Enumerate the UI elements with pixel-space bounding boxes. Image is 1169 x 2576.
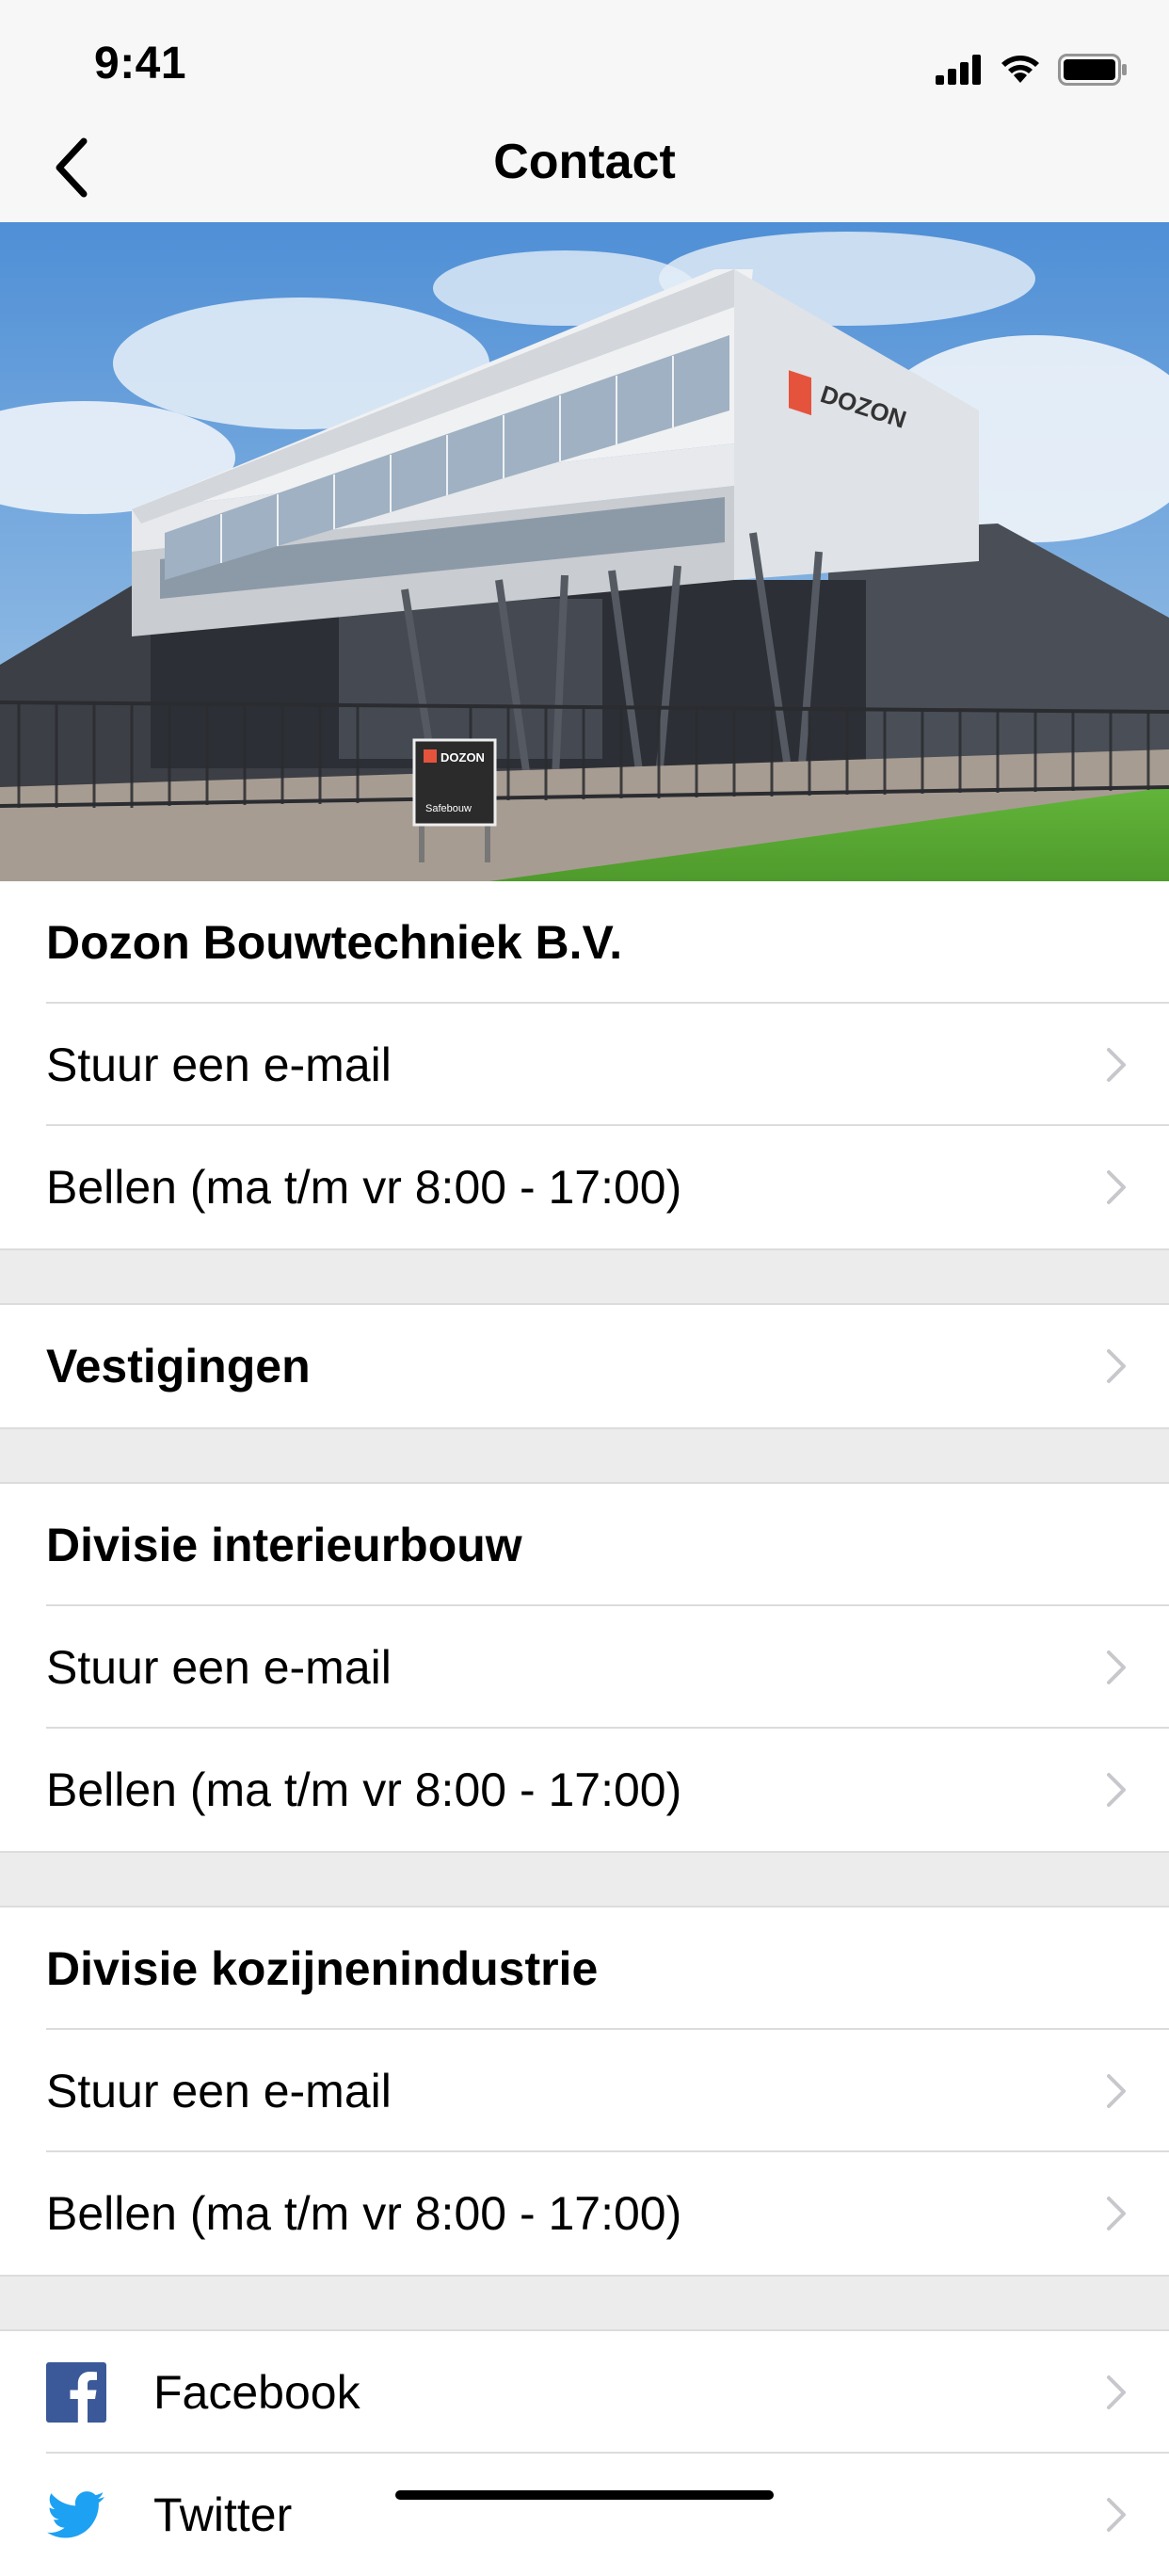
frames-title: Divisie kozijnenindustrie: [46, 1942, 599, 1995]
interior-header: Divisie interieurbouw: [0, 1484, 1169, 1606]
navigation-bar: Contact: [0, 113, 1169, 224]
section-separator: [0, 1427, 1169, 1484]
company-header: Dozon Bouwtechniek B.V.: [0, 881, 1169, 1004]
sign-sub-text: Safebouw: [425, 803, 472, 814]
twitter-row[interactable]: Twitter: [0, 2454, 1169, 2576]
sign-brand-text: DOZON: [440, 750, 485, 765]
signal-icon: [936, 55, 981, 85]
hero-image: DOZON DOZON Safebouw: [0, 222, 1169, 881]
wifi-icon: [1001, 56, 1039, 83]
facebook-row[interactable]: Facebook: [0, 2331, 1169, 2454]
chevron-right-icon: [1107, 2375, 1126, 2409]
chevron-right-icon: [1107, 1650, 1126, 1684]
frames-email-row[interactable]: Stuur een e-mail: [0, 2030, 1169, 2152]
locations-row[interactable]: Vestigingen: [0, 1305, 1169, 1427]
frames-header: Divisie kozijnenindustrie: [0, 1908, 1169, 2030]
chevron-right-icon: [1107, 1773, 1126, 1807]
home-indicator[interactable]: [395, 2490, 774, 2500]
chevron-right-icon: [1107, 2197, 1126, 2230]
chevron-right-icon: [1107, 1349, 1126, 1383]
section-separator: [0, 2275, 1169, 2331]
frames-call-row[interactable]: Bellen (ma t/m vr 8:00 - 17:00): [0, 2152, 1169, 2275]
twitter-icon: [47, 2491, 104, 2538]
frames-call-label: Bellen (ma t/m vr 8:00 - 17:00): [46, 2187, 682, 2240]
status-bar: 9:41: [0, 0, 1169, 132]
interior-title: Divisie interieurbouw: [46, 1519, 522, 1571]
interior-call-label: Bellen (ma t/m vr 8:00 - 17:00): [46, 1763, 682, 1816]
frames-email-label: Stuur een e-mail: [46, 2065, 392, 2117]
chevron-right-icon: [1107, 2074, 1126, 2108]
interior-email-label: Stuur een e-mail: [46, 1641, 392, 1694]
company-title: Dozon Bouwtechniek B.V.: [46, 916, 623, 969]
facebook-label: Facebook: [153, 2366, 360, 2419]
facebook-icon: [46, 2362, 106, 2423]
section-separator: [0, 1851, 1169, 1908]
twitter-label: Twitter: [153, 2488, 293, 2541]
company-email-label: Stuur een e-mail: [46, 1038, 392, 1091]
interior-email-row[interactable]: Stuur een e-mail: [0, 1606, 1169, 1729]
status-icons: [936, 53, 1128, 87]
contact-list: Dozon Bouwtechniek B.V. Stuur een e-mail…: [0, 881, 1169, 2576]
company-call-label: Bellen (ma t/m vr 8:00 - 17:00): [46, 1161, 682, 1214]
locations-label: Vestigingen: [46, 1340, 311, 1393]
battery-icon: [1058, 54, 1127, 86]
company-email-row[interactable]: Stuur een e-mail: [0, 1004, 1169, 1126]
interior-call-row[interactable]: Bellen (ma t/m vr 8:00 - 17:00): [0, 1729, 1169, 1851]
chevron-right-icon: [1107, 1048, 1126, 1082]
company-call-row[interactable]: Bellen (ma t/m vr 8:00 - 17:00): [0, 1126, 1169, 1248]
status-time: 9:41: [94, 39, 187, 89]
section-separator: [0, 1248, 1169, 1305]
page-title: Contact: [493, 135, 676, 189]
building-photo: DOZON DOZON Safebouw: [0, 222, 1169, 881]
chevron-right-icon: [1107, 2498, 1126, 2532]
chevron-right-icon: [1107, 1170, 1126, 1204]
